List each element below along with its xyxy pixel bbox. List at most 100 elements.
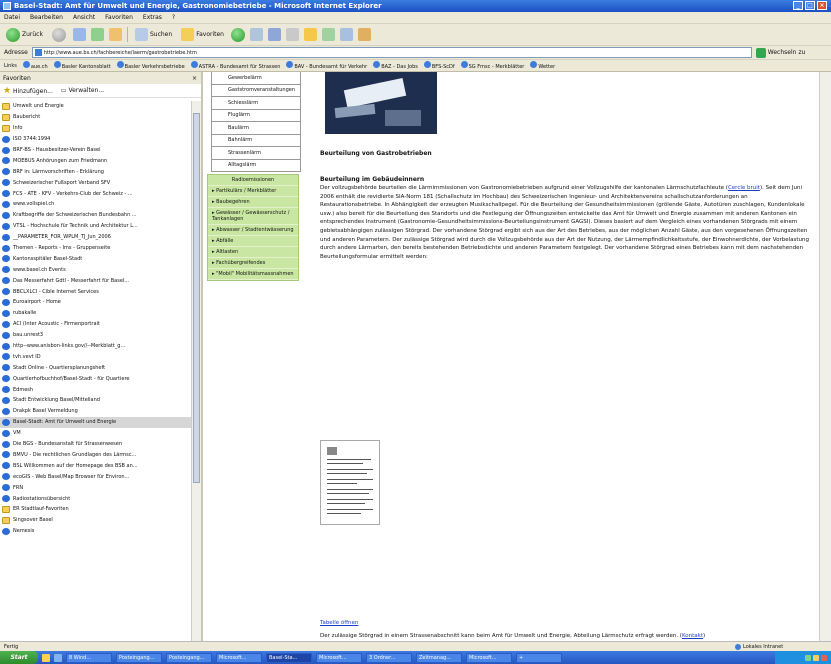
favorites-item[interactable]: BMVU - Die rechtlichen Grundlagen des Lä…	[0, 450, 193, 461]
taskbar-button[interactable]: 8 Wind...	[66, 652, 112, 663]
favorites-item[interactable]: Euroairport - Home	[0, 297, 193, 308]
favorites-item[interactable]: BRF-BS - Hausbesitzer-Verein Basel	[0, 145, 193, 156]
edit-icon[interactable]	[303, 28, 317, 41]
nav-green-item[interactable]: ▸ Gewässer / Gewässerschutz / Tankanlage…	[208, 208, 298, 225]
minimize-button[interactable]: _	[793, 1, 803, 10]
favorites-item[interactable]: Edmesh	[0, 384, 193, 395]
print-icon[interactable]	[285, 28, 299, 41]
links-item[interactable]: BFS-ScDf	[423, 61, 455, 70]
favorites-button[interactable]: Favoriten	[179, 27, 226, 43]
links-item[interactable]: Basler Verkehrsbetriebe	[116, 61, 185, 70]
nav-item[interactable]: Gaststromveranstaltungen	[211, 84, 301, 97]
taskbar-button[interactable]: Microsoft...	[466, 652, 512, 663]
nav-green-item[interactable]: ▸ Fachübergreifendes	[208, 258, 298, 269]
nav-green-item[interactable]: ▸ Abwasser / Stadtentwässerung	[208, 225, 298, 236]
favorites-item[interactable]: http--www.anisbon-links.gov//--Merkblatt…	[0, 341, 193, 352]
favorites-item[interactable]: BRF in: Lärmvorschriften - Erklärung	[0, 166, 193, 177]
favorites-item[interactable]: BSL Willkommen auf der Homepage des BSB …	[0, 460, 193, 471]
taskbar-button[interactable]: +	[516, 652, 562, 663]
favorites-item[interactable]: Schweizerischer Fußsport Verband SFV	[0, 177, 193, 188]
favorites-item[interactable]: Drakpk Basel Vermeldung	[0, 406, 193, 417]
favorites-item[interactable]: Info	[0, 123, 193, 134]
favorites-item[interactable]: BBCLXLCI - Cible Internet Services	[0, 286, 193, 297]
favorites-item[interactable]: tvh.vevt ID	[0, 351, 193, 362]
favorites-item[interactable]: www.basel.ch Events	[0, 264, 193, 275]
favorites-item[interactable]: Das Messerfahrt Gdtl - Messerfahrt für B…	[0, 275, 193, 286]
links-item[interactable]: ASTRA - Bundesamt für Strassen	[190, 61, 280, 70]
favorites-item[interactable]: ISO 3744:1994	[0, 134, 193, 145]
favorites-item[interactable]: FRN	[0, 482, 193, 493]
mail-icon[interactable]	[267, 28, 281, 41]
back-button[interactable]: Zurück	[4, 27, 45, 43]
taskbar-button[interactable]: Microsoft...	[216, 652, 262, 663]
favorites-item[interactable]: Stadt Entwicklung Basel/Mittelland	[0, 395, 193, 406]
nav-green-item[interactable]: Radioemissionen	[208, 175, 298, 186]
favorites-item[interactable]: ACI (Inter Acoustic - Firmenportrait	[0, 319, 193, 330]
contact-link[interactable]: Kontakt	[682, 633, 703, 639]
menu-item[interactable]: Datei	[4, 14, 20, 21]
scroll-thumb[interactable]	[193, 113, 200, 483]
maximize-button[interactable]: □	[805, 1, 815, 10]
favorites-item[interactable]: Kraftbegriffe der Schweizerischen Bundes…	[0, 210, 193, 221]
close-panel-icon[interactable]: ×	[192, 75, 197, 82]
favorites-item[interactable]: www.vollspiel.ch	[0, 199, 193, 210]
links-item[interactable]: Wetter	[530, 61, 555, 70]
favorites-item[interactable]: Radiostationsübersicht	[0, 493, 193, 504]
address-input[interactable]: http://www.aue.bs.ch/fachbereiche/laerm/…	[31, 47, 752, 58]
form-thumbnail[interactable]	[320, 440, 380, 525]
stop-icon[interactable]	[72, 28, 86, 41]
favorites-item[interactable]: VTSL - Hochschule für Technik und Archit…	[0, 221, 193, 232]
nav-item[interactable]: Strassenlärm	[211, 147, 301, 160]
nav-item[interactable]: Fluglärm	[211, 109, 301, 122]
favorites-item[interactable]: bau.unrest3	[0, 330, 193, 341]
favorites-item[interactable]: Basel-Stadt: Amt für Umwelt und Energie	[0, 416, 193, 428]
links-item[interactable]: SG Fmsc - Merkblätter	[460, 61, 524, 70]
nav-green-item[interactable]: ▸ Baubegehren	[208, 197, 298, 208]
favorites-item[interactable]: Singsover Basel	[0, 515, 193, 526]
menu-item[interactable]: Favoriten	[105, 14, 133, 21]
add-favorite-button[interactable]: ★ Hinzufügen...	[3, 86, 53, 96]
research-icon[interactable]	[357, 28, 371, 41]
favorites-item[interactable]: ecoGIS - Web Basel/Map Browser für Envir…	[0, 471, 193, 482]
nav-item[interactable]: Gewerbelärm	[211, 72, 301, 85]
links-item[interactable]: BAZ - Das Jobs	[373, 61, 418, 70]
home-icon[interactable]	[108, 28, 122, 41]
favorites-item[interactable]: Nemesis	[0, 526, 193, 537]
links-item[interactable]: BAV - Bundesamt für Verkehr	[286, 61, 367, 70]
start-button[interactable]: Start	[0, 651, 38, 664]
quicklaunch-ie-icon[interactable]	[54, 653, 62, 662]
favorites-item[interactable]: MOEBUS Anhörungen zum Friedmann	[0, 155, 193, 166]
menu-item[interactable]: ?	[172, 14, 175, 21]
taskbar-button[interactable]: Posteingang...	[116, 652, 162, 663]
search-button[interactable]: Suchen	[133, 27, 174, 43]
forward-button[interactable]	[50, 27, 68, 43]
nav-item[interactable]: Baulärm	[211, 122, 301, 135]
cercle-bruit-link[interactable]: Cercle bruit	[728, 185, 760, 191]
page-scrollbar[interactable]	[819, 72, 831, 649]
links-item[interactable]: aue.ch	[22, 61, 48, 70]
links-item[interactable]: Basler Kantonsblatt	[53, 61, 111, 70]
close-button[interactable]: ×	[817, 1, 827, 10]
discuss-icon[interactable]	[321, 28, 335, 41]
tray-icon[interactable]	[821, 654, 827, 661]
favorites-item[interactable]: rubakalle	[0, 308, 193, 319]
nav-item[interactable]: Schiesslärm	[211, 97, 301, 110]
menu-item[interactable]: Bearbeiten	[30, 14, 63, 21]
nav-item[interactable]: Bahnlärm	[211, 134, 301, 147]
favorites-item[interactable]: Umwelt und Energie	[0, 101, 193, 112]
nav-item[interactable]: Alltagslärm	[211, 159, 301, 172]
favorites-scrollbar[interactable]	[191, 101, 201, 649]
favorites-item[interactable]: Quartierhofbuchhof/Basel-Stadt - für Qua…	[0, 373, 193, 384]
favorites-item[interactable]: Die BGS - Bundesanstalt für Strassenwese…	[0, 439, 193, 450]
nav-green-item[interactable]: ▸ Abfälle	[208, 236, 298, 247]
media-icon[interactable]	[230, 27, 245, 42]
favorites-item[interactable]: VM	[0, 428, 193, 439]
tray-icon[interactable]	[805, 654, 811, 661]
favorites-item[interactable]: Kantonsspitäler Basel-Stadt	[0, 253, 193, 264]
favorites-item[interactable]: ER Stadtlauf-Favoriten	[0, 504, 193, 515]
favorites-item[interactable]: Baubericht	[0, 112, 193, 123]
favorites-item[interactable]: FCS - ATE - KFV - Verkehrs-Club der Schw…	[0, 188, 193, 199]
menu-item[interactable]: Ansicht	[73, 14, 95, 21]
history-icon[interactable]	[249, 28, 263, 41]
quicklaunch-icon[interactable]	[42, 653, 50, 662]
